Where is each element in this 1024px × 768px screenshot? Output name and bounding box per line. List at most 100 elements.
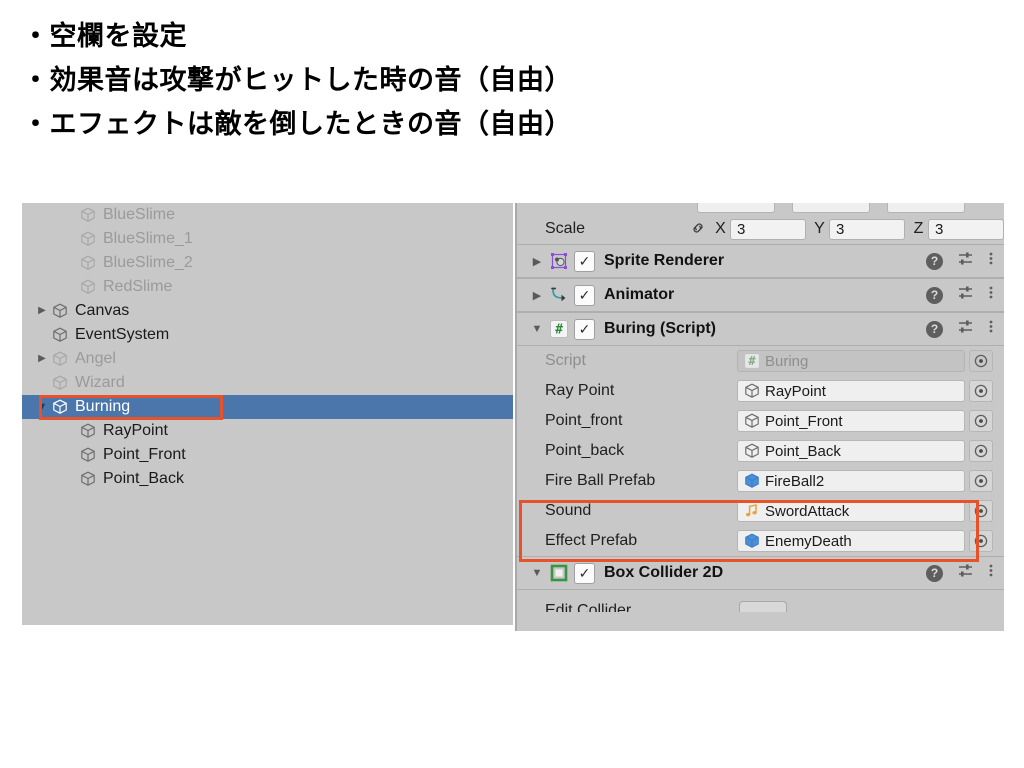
help-icon[interactable]: ? <box>926 564 943 582</box>
component-actions[interactable]: ? <box>926 284 994 306</box>
hierarchy-item-angel[interactable]: ▶ Angel <box>22 347 513 371</box>
hierarchy-item-canvas[interactable]: ▶ Canvas <box>22 299 513 323</box>
axis-letter: Y <box>814 220 825 237</box>
object-field[interactable]: SwordAttack <box>737 500 965 522</box>
component-header-animator[interactable]: ▶ ✓ Animator ? <box>517 278 1004 312</box>
svg-text:#: # <box>748 354 756 368</box>
scale-axis-fields[interactable]: X3Y3Z3 <box>707 218 1004 240</box>
object-picker-icon[interactable] <box>969 530 993 552</box>
foldout-arrow-icon[interactable]: ▼ <box>526 323 548 335</box>
hierarchy-foldout-icon[interactable]: ▶ <box>34 306 50 316</box>
slide-bullet-list: ・空欄を設定 ・効果音は攻撃がヒットした時の音（自由） ・エフェクトは敵を倒した… <box>22 14 982 146</box>
edit-collider-button[interactable] <box>739 601 787 612</box>
property-row-point-back[interactable]: Point_back Point_Back <box>517 436 1004 466</box>
gameobject-cube-icon <box>78 253 98 273</box>
hierarchy-item-label: EventSystem <box>75 325 170 343</box>
object-field[interactable]: Point_Front <box>737 410 965 432</box>
component-enable-checkbox[interactable]: ✓ <box>574 284 595 306</box>
hierarchy-item-point_back[interactable]: ▶Point_Back <box>22 467 513 491</box>
hierarchy-item-blueslime_2[interactable]: ▶BlueSlime_2 <box>22 251 513 275</box>
transform-scale-row[interactable]: Scale X3Y3Z3 <box>517 214 1004 244</box>
component-title: Box Collider 2D <box>604 564 724 581</box>
hierarchy-foldout-icon[interactable]: ▼ <box>34 401 50 413</box>
object-field-value: RayPoint <box>765 382 826 400</box>
hierarchy-item-content: Angel <box>50 349 116 369</box>
property-row-ray-point[interactable]: Ray Point RayPoint <box>517 376 1004 406</box>
object-field[interactable]: FireBall2 <box>737 470 965 492</box>
property-row-point-front[interactable]: Point_front Point_Front <box>517 406 1004 436</box>
kebab-menu-icon[interactable] <box>988 250 994 272</box>
gameobject-cube-icon <box>78 445 98 465</box>
foldout-arrow-icon[interactable]: ▶ <box>526 255 548 268</box>
script-property-list[interactable]: Script # Buring Ray Point RayPoint Point_fron… <box>517 346 1004 556</box>
object-picker-icon[interactable] <box>969 410 993 432</box>
property-row-sound[interactable]: Sound SwordAttack <box>517 496 1004 526</box>
box-collider-2d-icon <box>548 562 570 584</box>
help-icon[interactable]: ? <box>926 320 943 338</box>
object-field[interactable]: EnemyDeath <box>737 530 965 552</box>
edit-collider-label: Edit Collider <box>545 602 632 612</box>
preset-settings-icon[interactable] <box>957 562 974 584</box>
object-field[interactable]: RayPoint <box>737 380 965 402</box>
hierarchy-item-label: BlueSlime_1 <box>103 229 193 247</box>
hierarchy-item-blueslime_1[interactable]: ▶BlueSlime_1 <box>22 227 513 251</box>
property-label: Point_back <box>545 442 625 459</box>
component-enable-checkbox[interactable]: ✓ <box>574 562 595 584</box>
kebab-menu-icon[interactable] <box>988 562 994 584</box>
hierarchy-item-burning[interactable]: ▼ Burning <box>22 395 513 419</box>
preset-settings-icon[interactable] <box>957 250 974 272</box>
hierarchy-item-raypoint[interactable]: ▶RayPoint <box>22 419 513 443</box>
object-field[interactable]: Point_Back <box>737 440 965 462</box>
help-icon[interactable]: ? <box>926 286 943 304</box>
hierarchy-item-label: Angel <box>75 349 116 367</box>
scale-z-input[interactable]: 3 <box>928 218 1004 240</box>
component-header-sprite-renderer[interactable]: ▶ ✓ Sprite Renderer ? <box>517 244 1004 278</box>
component-header-buring-script[interactable]: ▼ # ✓ Buring (Script) ? <box>517 312 1004 346</box>
hierarchy-panel[interactable]: ▶BlueSlime▶BlueSlime_1▶BlueSlime_2▶RedSl… <box>22 203 513 625</box>
property-row-effect-prefab[interactable]: Effect Prefab EnemyDeath <box>517 526 1004 556</box>
kebab-menu-icon[interactable] <box>988 318 994 340</box>
object-picker-icon[interactable] <box>969 470 993 492</box>
component-actions[interactable]: ? <box>926 562 994 584</box>
scale-y-input[interactable]: 3 <box>829 218 905 240</box>
hierarchy-list[interactable]: ▶BlueSlime▶BlueSlime_1▶BlueSlime_2▶RedSl… <box>22 203 513 491</box>
foldout-arrow-icon[interactable]: ▶ <box>526 289 548 302</box>
preset-settings-icon[interactable] <box>957 284 974 306</box>
object-picker-icon[interactable] <box>969 380 993 402</box>
prefab-cube-icon <box>743 532 761 550</box>
property-row-script[interactable]: Script # Buring <box>517 346 1004 376</box>
kebab-menu-icon[interactable] <box>988 284 994 306</box>
component-enable-checkbox[interactable]: ✓ <box>574 250 595 272</box>
hierarchy-item-redslime[interactable]: ▶RedSlime <box>22 275 513 299</box>
prefab-cube-icon <box>743 472 761 490</box>
link-icon[interactable] <box>689 220 707 239</box>
hierarchy-item-point_front[interactable]: ▶Point_Front <box>22 443 513 467</box>
preset-settings-icon[interactable] <box>957 318 974 340</box>
scale-axis-x: X3 <box>711 218 806 240</box>
component-header-box-collider-2d[interactable]: ▼ ✓ Box Collider 2D ? <box>517 556 1004 590</box>
object-picker-icon[interactable] <box>969 350 993 372</box>
svg-text:#: # <box>555 323 563 338</box>
object-picker-icon[interactable] <box>969 500 993 522</box>
hierarchy-item-content: RedSlime <box>78 277 172 297</box>
property-row-fire-ball-prefab[interactable]: Fire Ball Prefab FireBall2 <box>517 466 1004 496</box>
scale-axis-y: Y3 <box>810 218 905 240</box>
hierarchy-item-blueslime[interactable]: ▶BlueSlime <box>22 203 513 227</box>
object-picker-icon[interactable] <box>969 440 993 462</box>
unity-editor-screenshot: ▶BlueSlime▶BlueSlime_1▶BlueSlime_2▶RedSl… <box>22 203 1004 631</box>
foldout-arrow-icon[interactable]: ▼ <box>526 567 548 579</box>
hierarchy-item-label: BlueSlime_2 <box>103 253 193 271</box>
axis-letter: Z <box>913 220 924 237</box>
help-icon[interactable]: ? <box>926 252 943 270</box>
hierarchy-item-eventsystem[interactable]: ▶EventSystem <box>22 323 513 347</box>
inspector-panel[interactable]: Scale X3Y3Z3 ▶ ✓ Sprite Renderer ? ▶ ✓ A… <box>515 203 1004 631</box>
component-actions[interactable]: ? <box>926 318 994 340</box>
component-actions[interactable]: ? <box>926 250 994 272</box>
sprite-renderer-icon <box>548 250 570 272</box>
gameobject-cube-icon <box>50 373 70 393</box>
hierarchy-item-label: RayPoint <box>103 421 168 439</box>
scale-x-input[interactable]: 3 <box>730 218 806 240</box>
hierarchy-foldout-icon[interactable]: ▶ <box>34 354 50 364</box>
component-enable-checkbox[interactable]: ✓ <box>574 318 595 340</box>
hierarchy-item-wizard[interactable]: ▶Wizard <box>22 371 513 395</box>
